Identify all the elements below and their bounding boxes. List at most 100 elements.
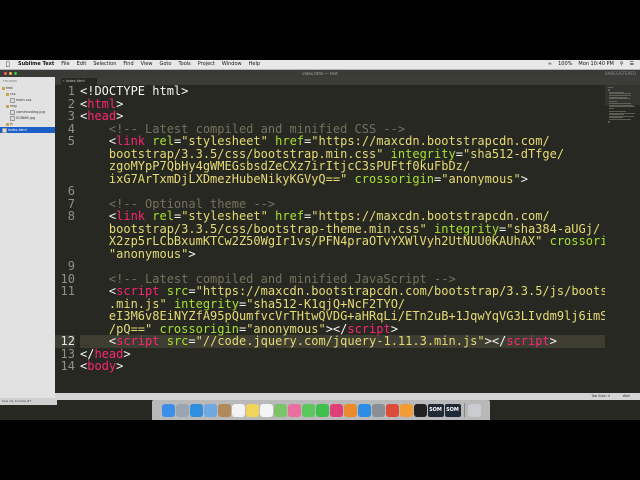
calendar-icon[interactable] (231, 403, 245, 417)
messages-icon[interactable] (301, 403, 315, 417)
line-number-gutter: 1 2 3 4 5 6 7 8 9 10 11 12 13 14 (55, 85, 75, 373)
window-title: index.html — test (302, 71, 338, 76)
contacts-icon[interactable] (217, 403, 231, 417)
finder-icon[interactable] (161, 403, 175, 417)
list-icon[interactable]: ☰ (630, 60, 634, 69)
code-token: src (166, 334, 189, 348)
menu-file[interactable]: File (61, 60, 69, 69)
minimize-window-button[interactable] (9, 72, 12, 75)
line-number (55, 298, 75, 311)
folder-icon (6, 92, 9, 96)
line-number: 5 (67, 134, 75, 148)
sidebar-header: FOLDERS (3, 79, 17, 83)
apple-icon[interactable]:  (6, 60, 10, 69)
menu-project[interactable]: Project (198, 60, 215, 69)
menu-view[interactable]: View (141, 60, 153, 69)
mail-icon[interactable] (203, 403, 217, 417)
code-token: "anonymous" (441, 171, 521, 186)
safari-icon[interactable] (189, 403, 203, 417)
line-number (55, 310, 75, 323)
photos-icon[interactable] (287, 403, 301, 417)
code-line[interactable]: "anonymous"> (80, 246, 605, 261)
file-icon (10, 115, 15, 121)
line-number (55, 160, 75, 173)
minimap[interactable] (605, 85, 640, 405)
menu-window[interactable]: Window (222, 60, 242, 69)
code-token: body (87, 359, 117, 373)
close-window-button[interactable] (4, 72, 7, 75)
line-number: 14 (60, 359, 75, 373)
launchpad-icon[interactable] (175, 403, 189, 417)
menu-help[interactable]: Help (249, 60, 260, 69)
line-number: 12 (55, 335, 75, 348)
code-area[interactable]: <!DOCTYPE html> <html> <head> <!-- Latest … (80, 85, 605, 373)
code-token: > (549, 334, 557, 348)
code-line[interactable]: ixG7ArTxmDjLXDmezHubeNikyKGVyQ==" crosso… (80, 171, 605, 186)
search-icon[interactable]: ⚲ (620, 60, 624, 69)
minimap-line (608, 122, 611, 124)
maps-icon[interactable] (273, 403, 287, 417)
menu-sublime-text[interactable]: Sublime Text (18, 60, 54, 69)
code-line[interactable]: </head> (80, 346, 605, 361)
code-token: "sha512-dTfge/ (462, 146, 565, 161)
file-icon (10, 109, 15, 115)
code-line[interactable]: <body> (80, 360, 605, 373)
trash-icon[interactable] (467, 403, 481, 417)
menu-status: ≈ 100% Mon 10:40 PM ⚲ ☰ (548, 60, 634, 69)
system-preferences-icon[interactable] (371, 403, 385, 417)
minimap-line (609, 119, 632, 120)
wifi-icon[interactable]: ≈ (548, 60, 552, 69)
app-store-icon[interactable] (357, 403, 371, 417)
menu-selection[interactable]: Selection (93, 60, 116, 69)
clock[interactable]: Mon 10:40 PM (578, 60, 613, 69)
dock-som-tile[interactable]: SOM (444, 403, 461, 417)
code-line[interactable]: <script src="//code.jquery.com/jquery-1.… (80, 335, 605, 348)
status-bar: Tab Size: 4 Well (55, 393, 640, 400)
code-token: crossorigin (354, 171, 435, 186)
itunes-icon[interactable] (329, 403, 343, 417)
facetime-icon[interactable] (315, 403, 329, 417)
chrome-icon[interactable] (385, 403, 399, 417)
sidebar-tree: test css main.css img camelcoding.jpg IG3866.… (0, 85, 55, 133)
code-line[interactable]: <html> (80, 97, 605, 111)
battery-level[interactable]: 100% (558, 60, 572, 69)
code-token: ixG7ArTxmDjLXDmezHubeNikyKGVyQ==" (80, 171, 348, 186)
tab-size-selector[interactable]: Tab Size: 4 (591, 393, 610, 400)
sidebar-item-index-html[interactable]: index.html (0, 127, 55, 133)
sidebar: FOLDERS test css main.css img camelcoding.jp… (0, 77, 57, 405)
terminal-icon[interactable] (413, 403, 427, 417)
window-controls (4, 72, 17, 75)
tab-bar: × index.html (55, 77, 640, 85)
zoom-window-button[interactable] (14, 72, 17, 75)
code-token: > (520, 171, 528, 186)
sublime-text-icon[interactable] (399, 403, 413, 417)
sidebar-item-label: css (10, 92, 16, 96)
minimap-line (609, 98, 630, 100)
line-number: 3 (67, 109, 75, 123)
menu-goto[interactable]: Goto (160, 60, 172, 69)
menu-tools[interactable]: Tools (178, 60, 190, 69)
file-icon (2, 127, 7, 133)
sidebar-item-label: IG3866.jpg (16, 116, 36, 120)
code-token: > (188, 246, 196, 261)
menu-bar:  Sublime Text File Edit Selection Find View G… (0, 60, 640, 70)
tab-index-html[interactable]: × index.html (61, 78, 97, 85)
code-token: > (123, 346, 131, 361)
menu-find[interactable]: Find (123, 60, 133, 69)
ibooks-icon[interactable] (343, 403, 357, 417)
status-position: Line 12, Column 67 (0, 398, 57, 405)
line-number (55, 235, 75, 248)
dock-som-tile[interactable]: SOM (427, 403, 444, 417)
sidebar-item-label: main.css (16, 98, 32, 102)
syntax-selector[interactable]: Well (623, 393, 630, 400)
menu-edit[interactable]: Edit (77, 60, 87, 69)
reminders-icon[interactable] (259, 403, 273, 417)
code-editor[interactable]: 1 2 3 4 5 6 7 8 9 10 11 12 13 14 <!DOCTYPE html> <html… (55, 85, 605, 393)
code-line[interactable]: <!DOCTYPE html> (80, 85, 605, 98)
close-tab-icon[interactable]: × (62, 78, 65, 85)
notes-icon[interactable] (245, 403, 259, 417)
line-number: 11 (60, 284, 75, 298)
unregistered-label: UNREGISTERED (604, 71, 636, 76)
